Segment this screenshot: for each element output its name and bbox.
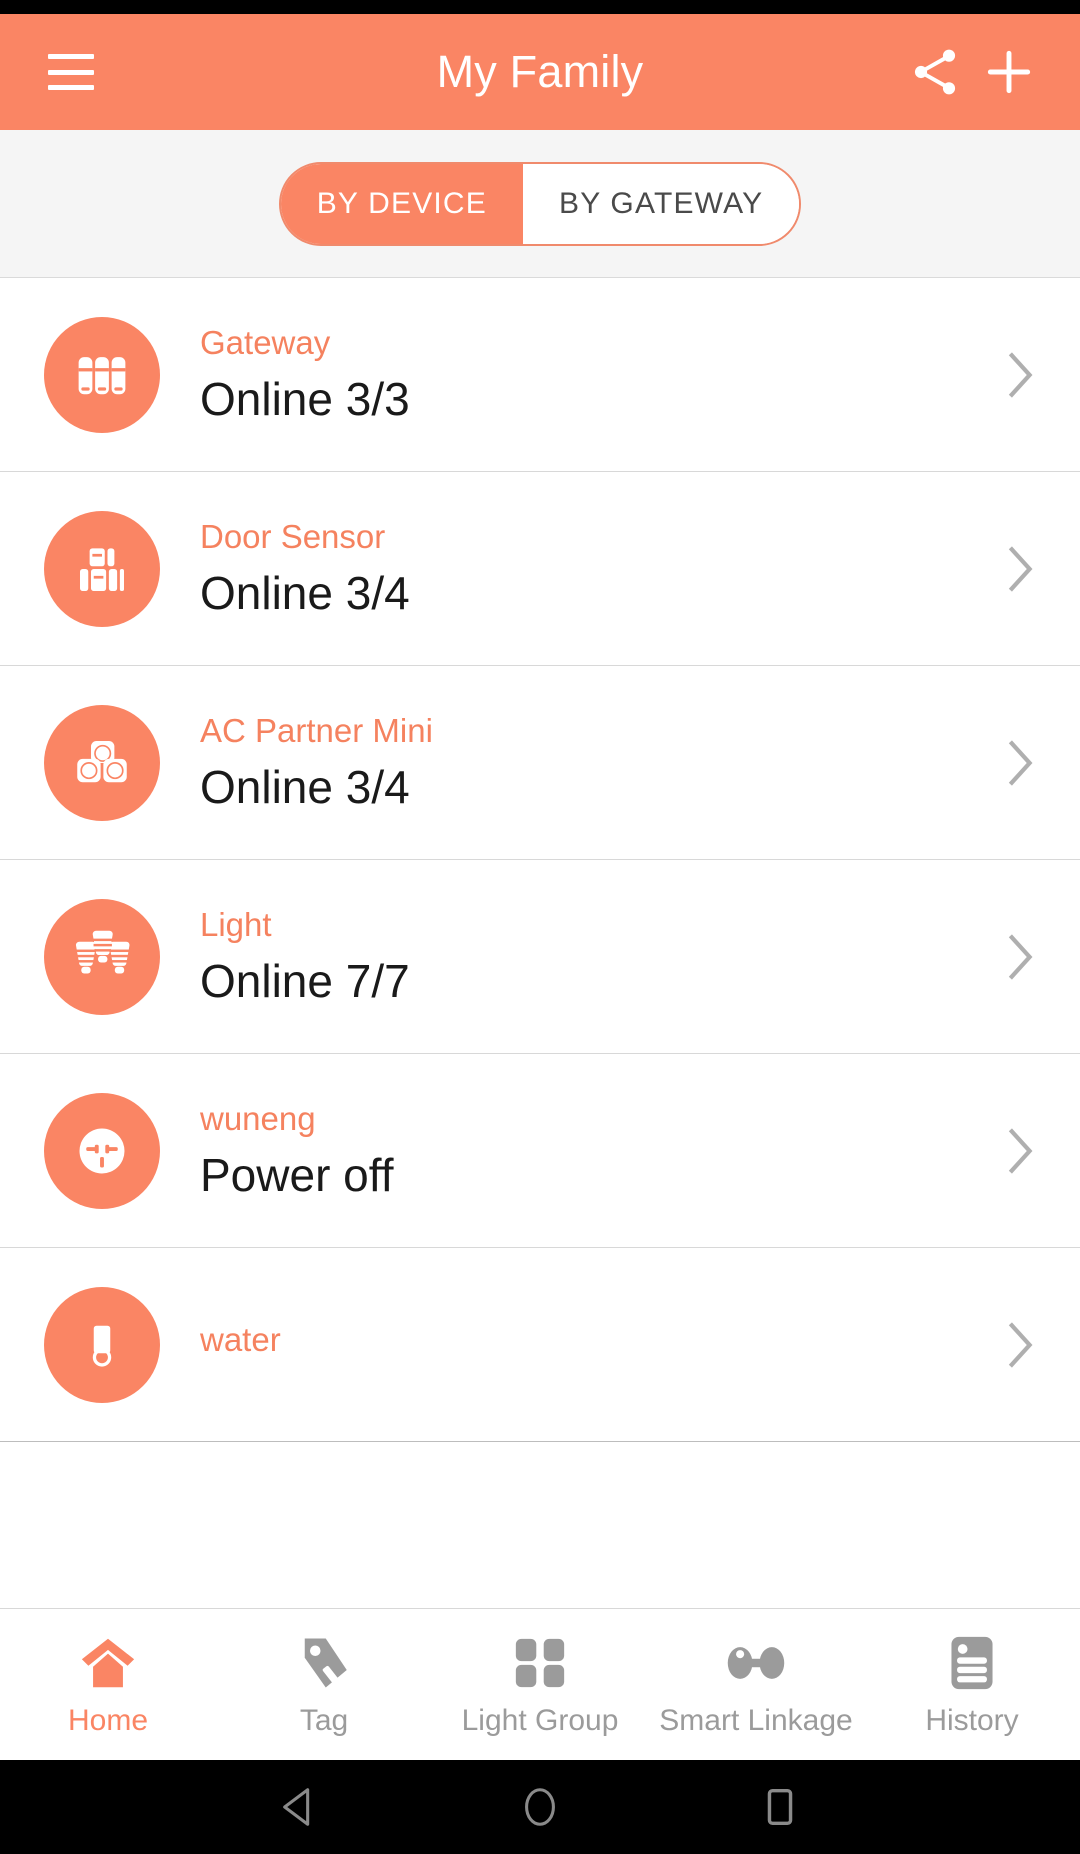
list-item[interactable]: water bbox=[0, 1248, 1080, 1442]
device-info: wuneng Power off bbox=[200, 1100, 1000, 1202]
list-item[interactable]: Gateway Online 3/3 bbox=[0, 278, 1080, 472]
android-back-button[interactable] bbox=[265, 1772, 335, 1842]
segment-by-gateway[interactable]: BY GATEWAY bbox=[523, 163, 800, 244]
view-mode-bar: BY DEVICE BY GATEWAY bbox=[0, 130, 1080, 278]
power-socket-icon bbox=[79, 1128, 125, 1173]
segment-by-device[interactable]: BY DEVICE bbox=[280, 163, 524, 244]
device-avatar bbox=[44, 898, 160, 1015]
device-avatar bbox=[44, 1092, 160, 1209]
device-status: Power off bbox=[200, 1148, 394, 1201]
tab-light-group[interactable]: Light Group bbox=[432, 1609, 648, 1760]
chevron-right-icon[interactable] bbox=[1000, 544, 1040, 594]
device-name: Light bbox=[200, 905, 272, 943]
home-circle-icon bbox=[525, 1788, 555, 1826]
tab-label: Light Group bbox=[461, 1703, 619, 1737]
view-mode-segmented-control[interactable]: BY DEVICE BY GATEWAY bbox=[278, 161, 802, 246]
tab-label: Home bbox=[67, 1703, 149, 1737]
tab-home[interactable]: Home bbox=[0, 1609, 216, 1760]
list-item[interactable]: Door Sensor Online 3/4 bbox=[0, 472, 1080, 666]
device-avatar bbox=[44, 316, 160, 433]
device-info: water bbox=[200, 1321, 1000, 1369]
device-info: Light Online 7/7 bbox=[200, 906, 1000, 1008]
device-status: Online 7/7 bbox=[200, 954, 410, 1007]
device-name: wuneng bbox=[200, 1099, 316, 1137]
device-avatar bbox=[44, 704, 160, 821]
light-bulb-icon bbox=[75, 930, 130, 973]
tab-label: Smart Linkage bbox=[659, 1703, 853, 1737]
android-recents-button[interactable] bbox=[745, 1772, 815, 1842]
share-button[interactable] bbox=[898, 35, 972, 109]
android-navigation-bar bbox=[0, 1760, 1080, 1854]
device-list[interactable]: Gateway Online 3/3 Door Sensor Online 3/… bbox=[0, 278, 1080, 1608]
tab-tag[interactable]: Tag bbox=[216, 1609, 432, 1760]
list-item[interactable]: AC Partner Mini Online 3/4 bbox=[0, 666, 1080, 860]
device-name: water bbox=[200, 1320, 281, 1358]
app-bar: My Family bbox=[0, 14, 1080, 130]
app-screen: My Family BY DEVICE BY GATEWAY Gateway O… bbox=[0, 0, 1080, 1854]
device-name: Door Sensor bbox=[200, 517, 386, 555]
linkage-icon bbox=[726, 1632, 786, 1694]
gateway-icon bbox=[78, 356, 126, 394]
share-icon bbox=[914, 49, 956, 95]
tag-icon bbox=[297, 1632, 351, 1694]
history-list-icon bbox=[949, 1632, 995, 1694]
device-status: Online 3/4 bbox=[200, 566, 410, 619]
device-name: AC Partner Mini bbox=[200, 711, 433, 749]
android-home-button[interactable] bbox=[505, 1772, 575, 1842]
device-info: Gateway Online 3/3 bbox=[200, 324, 1000, 426]
grid-icon bbox=[514, 1632, 566, 1694]
device-info: Door Sensor Online 3/4 bbox=[200, 518, 1000, 620]
recents-square-icon bbox=[767, 1788, 793, 1826]
ac-partner-icon bbox=[77, 740, 127, 782]
device-name: Gateway bbox=[200, 323, 331, 361]
back-triangle-icon bbox=[283, 1788, 310, 1826]
chevron-right-icon[interactable] bbox=[1000, 350, 1040, 400]
chevron-right-icon[interactable] bbox=[1000, 932, 1040, 982]
status-bar bbox=[0, 0, 1080, 14]
home-icon bbox=[78, 1632, 138, 1694]
hamburger-menu-button[interactable] bbox=[34, 35, 108, 109]
door-sensor-icon bbox=[80, 547, 124, 591]
device-avatar bbox=[44, 1286, 160, 1403]
plus-icon bbox=[987, 50, 1031, 94]
water-sensor-icon bbox=[92, 1325, 112, 1367]
hamburger-menu-icon bbox=[48, 54, 94, 90]
chevron-right-icon[interactable] bbox=[1000, 738, 1040, 788]
device-info: AC Partner Mini Online 3/4 bbox=[200, 712, 1000, 814]
tab-label: History bbox=[925, 1703, 1019, 1737]
add-device-button[interactable] bbox=[972, 35, 1046, 109]
tab-history[interactable]: History bbox=[864, 1609, 1080, 1760]
device-status: Online 3/3 bbox=[200, 372, 410, 425]
bottom-tab-bar: Home Tag Light Group Smart Linkage Histo… bbox=[0, 1608, 1080, 1760]
device-avatar bbox=[44, 510, 160, 627]
chevron-right-icon[interactable] bbox=[1000, 1320, 1040, 1370]
device-status: Online 3/4 bbox=[200, 760, 410, 813]
list-item[interactable]: Light Online 7/7 bbox=[0, 860, 1080, 1054]
list-item[interactable]: wuneng Power off bbox=[0, 1054, 1080, 1248]
chevron-right-icon[interactable] bbox=[1000, 1126, 1040, 1176]
tab-smart-linkage[interactable]: Smart Linkage bbox=[648, 1609, 864, 1760]
tab-label: Tag bbox=[299, 1703, 349, 1737]
